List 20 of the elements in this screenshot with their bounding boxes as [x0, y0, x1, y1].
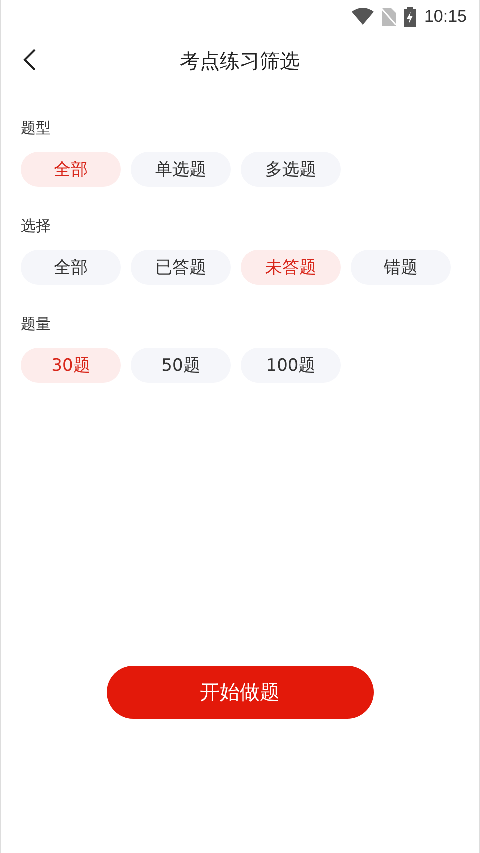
filter-chip[interactable]: 全部	[21, 250, 121, 285]
battery-charging-icon	[404, 6, 416, 26]
filter-chip[interactable]: 已答题	[131, 250, 231, 285]
wifi-icon	[352, 8, 374, 26]
filter-chip[interactable]: 50题	[131, 348, 231, 383]
back-icon	[23, 49, 37, 71]
filter-chip[interactable]: 单选题	[131, 152, 231, 187]
filter-chip[interactable]: 30题	[21, 348, 121, 383]
section-label: 题型	[21, 119, 52, 138]
filter-chip[interactable]: 多选题	[241, 152, 341, 187]
section-label: 题量	[21, 315, 52, 334]
no-sim-icon	[382, 8, 396, 26]
status-time: 10:15	[424, 6, 467, 26]
filter-chip[interactable]: 错题	[351, 250, 451, 285]
filter-chip[interactable]: 100题	[241, 348, 341, 383]
section-label: 选择	[21, 217, 52, 236]
page-title: 考点练习筛选	[180, 48, 300, 74]
filter-chip[interactable]: 未答题	[241, 250, 341, 285]
start-button[interactable]: 开始做题	[106, 666, 374, 719]
filter-chip[interactable]: 全部	[21, 152, 121, 187]
